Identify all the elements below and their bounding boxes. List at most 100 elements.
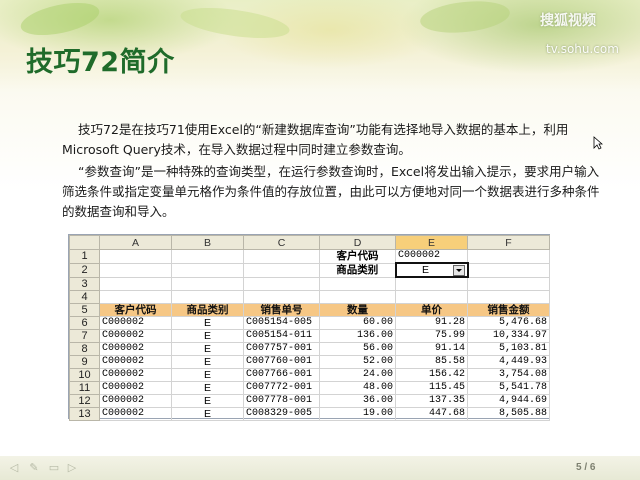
cell-quantity[interactable]: 56.00 xyxy=(319,342,396,356)
cell-order-number[interactable]: C007766-001 xyxy=(243,368,320,382)
cell-unit-price[interactable]: 447.68 xyxy=(395,407,468,421)
cell[interactable] xyxy=(243,262,320,278)
table-header-sales-amount[interactable]: 销售金额 xyxy=(467,303,550,317)
cell[interactable] xyxy=(99,276,172,291)
column-header-f[interactable]: F xyxy=(467,235,550,250)
cell-customer-code[interactable]: C000002 xyxy=(99,368,172,382)
param-label-product-category[interactable]: 商品类别 xyxy=(319,262,396,278)
cell-unit-price[interactable]: 115.45 xyxy=(395,381,468,395)
cell[interactable] xyxy=(243,249,320,264)
row-header[interactable]: 3 xyxy=(69,276,100,291)
cell-quantity[interactable]: 36.00 xyxy=(319,394,396,408)
cell-product-category[interactable]: E xyxy=(171,316,244,330)
cell[interactable] xyxy=(395,290,468,304)
row-header[interactable]: 11 xyxy=(69,381,100,395)
cell-order-number[interactable]: C007760-001 xyxy=(243,355,320,369)
dropdown-arrow-icon[interactable] xyxy=(452,265,465,275)
cell-sales-amount[interactable]: 10,334.97 xyxy=(467,329,550,343)
row-header[interactable]: 10 xyxy=(69,368,100,382)
cell-unit-price[interactable]: 137.35 xyxy=(395,394,468,408)
cell-quantity[interactable]: 24.00 xyxy=(319,368,396,382)
cell-unit-price[interactable]: 91.14 xyxy=(395,342,468,356)
column-header-a[interactable]: A xyxy=(99,235,172,250)
cell-quantity[interactable]: 48.00 xyxy=(319,381,396,395)
row-header[interactable]: 6 xyxy=(69,316,100,330)
row-header[interactable]: 4 xyxy=(69,290,100,304)
cell-unit-price[interactable]: 85.58 xyxy=(395,355,468,369)
cell[interactable] xyxy=(171,249,244,264)
table-header-unit-price[interactable]: 单价 xyxy=(395,303,468,317)
row-header[interactable]: 5 xyxy=(69,303,100,317)
cell-order-number[interactable]: C007757-001 xyxy=(243,342,320,356)
param-value-customer-code[interactable]: C000002 xyxy=(395,249,468,264)
corner-cell[interactable] xyxy=(69,235,100,250)
cell-unit-price[interactable]: 91.28 xyxy=(395,316,468,330)
column-header-b[interactable]: B xyxy=(171,235,244,250)
cell-product-category[interactable]: E xyxy=(171,342,244,356)
pen-icon[interactable]: ✎ xyxy=(28,462,40,474)
cell-sales-amount[interactable]: 3,754.08 xyxy=(467,368,550,382)
cell-sales-amount[interactable]: 8,505.88 xyxy=(467,407,550,421)
next-icon[interactable]: ▷ xyxy=(66,462,78,474)
cell-product-category[interactable]: E xyxy=(171,394,244,408)
cell-sales-amount[interactable]: 4,944.69 xyxy=(467,394,550,408)
cell-sales-amount[interactable]: 5,476.68 xyxy=(467,316,550,330)
table-header-order-number[interactable]: 销售单号 xyxy=(243,303,320,317)
cell-quantity[interactable]: 19.00 xyxy=(319,407,396,421)
cell-quantity[interactable]: 136.00 xyxy=(319,329,396,343)
column-header-d[interactable]: D xyxy=(319,235,396,250)
cell-customer-code[interactable]: C000002 xyxy=(99,329,172,343)
cell[interactable] xyxy=(467,290,550,304)
cell[interactable] xyxy=(99,262,172,278)
row-header[interactable]: 8 xyxy=(69,342,100,356)
cell-customer-code[interactable]: C000002 xyxy=(99,355,172,369)
row-header[interactable]: 9 xyxy=(69,355,100,369)
cell-order-number[interactable]: C005154-005 xyxy=(243,316,320,330)
cell-customer-code[interactable]: C000002 xyxy=(99,316,172,330)
cell[interactable] xyxy=(467,249,550,264)
cell-product-category[interactable]: E xyxy=(171,329,244,343)
cell-product-category[interactable]: E xyxy=(171,368,244,382)
table-header-quantity[interactable]: 数量 xyxy=(319,303,396,317)
cell[interactable] xyxy=(319,276,396,291)
cell-customer-code[interactable]: C000002 xyxy=(99,342,172,356)
cell-quantity[interactable]: 60.00 xyxy=(319,316,396,330)
cell-unit-price[interactable]: 156.42 xyxy=(395,368,468,382)
cell-unit-price[interactable]: 75.99 xyxy=(395,329,468,343)
cell-order-number[interactable]: C008329-005 xyxy=(243,407,320,421)
cell-quantity[interactable]: 52.00 xyxy=(319,355,396,369)
row-header[interactable]: 7 xyxy=(69,329,100,343)
cell-order-number[interactable]: C007772-001 xyxy=(243,381,320,395)
cell[interactable] xyxy=(171,262,244,278)
cell[interactable] xyxy=(243,276,320,291)
param-value-product-category[interactable]: E xyxy=(394,262,469,278)
cell-customer-code[interactable]: C000002 xyxy=(99,407,172,421)
table-header-product-category[interactable]: 商品类别 xyxy=(171,303,244,317)
cell[interactable] xyxy=(99,290,172,304)
cell[interactable] xyxy=(171,276,244,291)
cell-sales-amount[interactable]: 4,449.93 xyxy=(467,355,550,369)
table-header-customer-code[interactable]: 客户代码 xyxy=(99,303,172,317)
cell-sales-amount[interactable]: 5,103.81 xyxy=(467,342,550,356)
row-header[interactable]: 12 xyxy=(69,394,100,408)
column-header-c[interactable]: C xyxy=(243,235,320,250)
arrow-icon[interactable]: ◁ xyxy=(8,462,20,474)
cell-product-category[interactable]: E xyxy=(171,407,244,421)
row-header[interactable]: 13 xyxy=(69,407,100,421)
cell-order-number[interactable]: C005154-011 xyxy=(243,329,320,343)
cell-product-category[interactable]: E xyxy=(171,381,244,395)
cell-order-number[interactable]: C007778-001 xyxy=(243,394,320,408)
param-label-customer-code[interactable]: 客户代码 xyxy=(319,249,396,264)
row-header[interactable]: 2 xyxy=(69,262,100,278)
cell-product-category[interactable]: E xyxy=(171,355,244,369)
cell[interactable] xyxy=(171,290,244,304)
cell-sales-amount[interactable]: 5,541.78 xyxy=(467,381,550,395)
cell[interactable] xyxy=(467,276,550,291)
cell[interactable] xyxy=(319,290,396,304)
cell[interactable] xyxy=(395,276,468,291)
cell-customer-code[interactable]: C000002 xyxy=(99,394,172,408)
cell[interactable] xyxy=(99,249,172,264)
column-header-e[interactable]: E xyxy=(395,235,468,250)
row-header[interactable]: 1 xyxy=(69,249,100,264)
excel-spreadsheet[interactable]: A B C D E F 1 客户代码 C000002 2 商品类别 E 3 4 … xyxy=(68,234,550,421)
